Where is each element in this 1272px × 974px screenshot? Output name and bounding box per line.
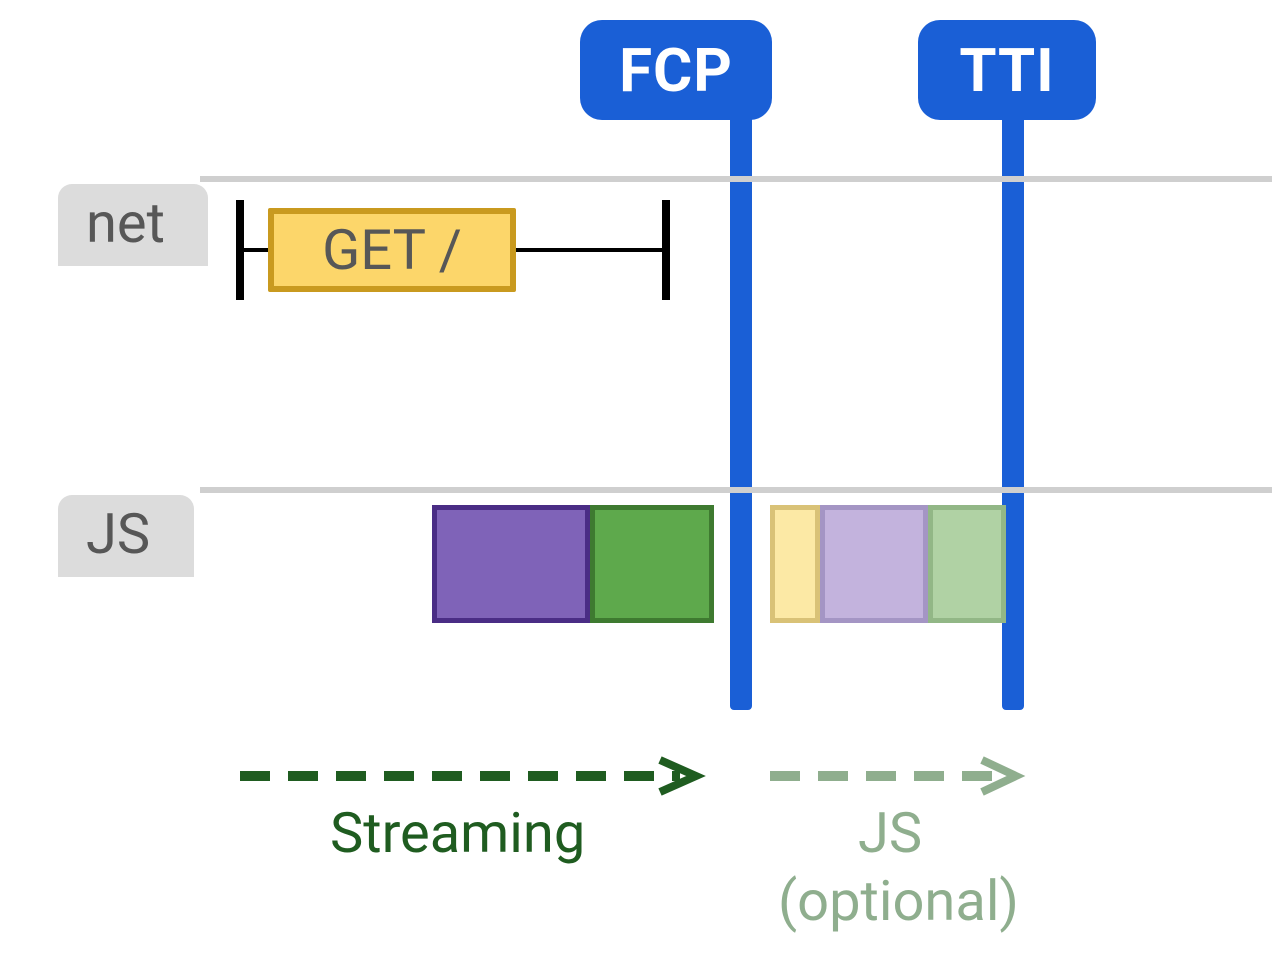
js-row-label: JS	[58, 495, 194, 577]
js-optional-label: JS	[858, 800, 922, 866]
streaming-label: Streaming	[330, 800, 585, 866]
fcp-marker-badge: FCP	[580, 20, 772, 120]
js-optional-arrow-icon	[770, 756, 1030, 796]
js-block-purple-light	[820, 505, 928, 623]
streaming-arrow-icon	[240, 756, 710, 796]
net-request-span: GET /	[236, 200, 670, 300]
net-row-line	[200, 176, 1272, 182]
fcp-marker-line	[730, 40, 752, 710]
tti-marker-badge: TTI	[918, 20, 1096, 120]
js-block-yellow-light	[770, 505, 820, 623]
net-request-box: GET /	[268, 208, 516, 292]
net-row-label: net	[58, 184, 208, 266]
timeline-diagram: FCP TTI net GET / JS Streaming JS (optio…	[0, 0, 1272, 974]
js-block-green	[590, 505, 714, 623]
js-block-purple	[432, 505, 590, 623]
js-block-green-light	[928, 505, 1006, 623]
js-optional-sublabel: (optional)	[778, 868, 1019, 934]
js-row-line	[200, 487, 1272, 493]
